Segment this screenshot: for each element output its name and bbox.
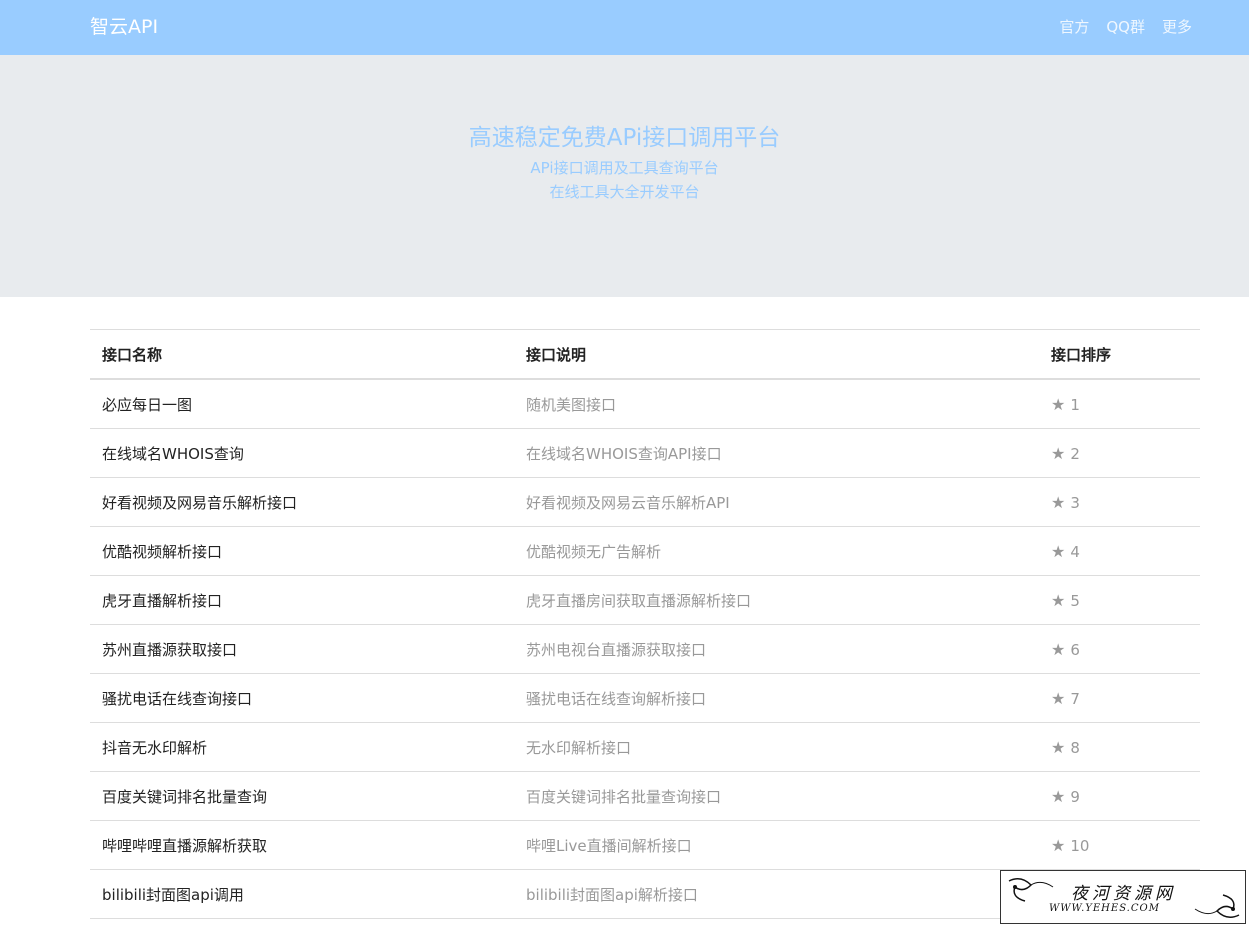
star-icon: ★ <box>1051 394 1066 414</box>
nav-links: 官方 QQ群 更多 <box>1059 16 1192 38</box>
api-table-container: 接口名称 接口说明 接口排序 必应每日一图 随机美图接口 ★ 1 在线域名WHOIS查询… <box>90 329 1200 919</box>
api-description-cell: 苏州电视台直播源获取接口 <box>514 624 1039 674</box>
api-rank-cell: ★ 9 <box>1039 771 1200 821</box>
star-icon: ★ <box>1051 688 1066 708</box>
star-icon: ★ <box>1051 786 1066 806</box>
api-rank-cell: ★ 8 <box>1039 722 1200 772</box>
api-name-cell[interactable]: 虎牙直播解析接口 <box>90 575 514 625</box>
table-body: 必应每日一图 随机美图接口 ★ 1 在线域名WHOIS查询 在线域名WHOIS查询API接… <box>90 379 1200 919</box>
rank-number: 9 <box>1070 787 1080 806</box>
api-rank-cell: ★ 3 <box>1039 477 1200 527</box>
hero-subtitle: APi接口调用及工具查询平台 <box>530 159 719 177</box>
brand-logo-link[interactable]: 智云API <box>90 14 158 40</box>
nav-link-official[interactable]: 官方 <box>1059 16 1089 38</box>
table-row[interactable]: 哔哩哔哩直播源解析获取 哔哩Live直播间解析接口 ★ 10 <box>90 820 1200 870</box>
api-name-cell[interactable]: bilibili封面图api调用 <box>90 869 514 919</box>
hero-title: 高速稳定免费APi接口调用平台 <box>468 125 781 151</box>
api-description-cell: 虎牙直播房间获取直播源解析接口 <box>514 575 1039 625</box>
api-name-cell[interactable]: 百度关键词排名批量查询 <box>90 771 514 821</box>
rank-number: 2 <box>1070 444 1080 463</box>
api-rank-cell: ★ 1 <box>1039 379 1200 429</box>
api-description-cell: 在线域名WHOIS查询API接口 <box>514 428 1039 478</box>
api-description-cell: bilibili封面图api解析接口 <box>514 869 1039 919</box>
rank-number: 10 <box>1070 836 1090 855</box>
rank-number: 7 <box>1070 689 1080 708</box>
api-name-cell[interactable]: 在线域名WHOIS查询 <box>90 428 514 478</box>
nav-link-qq-group[interactable]: QQ群 <box>1106 16 1145 38</box>
api-description-cell: 骚扰电话在线查询解析接口 <box>514 673 1039 723</box>
watermark-url: WWW.YEHES.COM <box>1049 903 1160 914</box>
table-row[interactable]: 百度关键词排名批量查询 百度关键词排名批量查询接口 ★ 9 <box>90 771 1200 821</box>
star-icon: ★ <box>1051 541 1066 561</box>
nav-link-more[interactable]: 更多 <box>1162 16 1192 38</box>
table-header-row: 接口名称 接口说明 接口排序 <box>90 329 1200 380</box>
star-icon: ★ <box>1051 443 1066 463</box>
table-row[interactable]: 好看视频及网易音乐解析接口 好看视频及网易云音乐解析API ★ 3 <box>90 477 1200 527</box>
api-name-cell[interactable]: 好看视频及网易音乐解析接口 <box>90 477 514 527</box>
rank-number: 5 <box>1070 591 1080 610</box>
api-rank-cell: ★ 10 <box>1039 820 1200 870</box>
watermark-title: 夜河资源网 <box>1071 884 1176 904</box>
api-rank-cell: ★ 6 <box>1039 624 1200 674</box>
table-row[interactable]: 必应每日一图 随机美图接口 ★ 1 <box>90 379 1200 429</box>
rank-number: 8 <box>1070 738 1080 757</box>
api-rank-cell: ★ 2 <box>1039 428 1200 478</box>
column-header-description: 接口说明 <box>514 329 1039 380</box>
rank-number: 1 <box>1070 395 1080 414</box>
hero-banner: 高速稳定免费APi接口调用平台 APi接口调用及工具查询平台 在线工具大全开发平… <box>0 55 1249 297</box>
api-description-cell: 好看视频及网易云音乐解析API <box>514 477 1039 527</box>
star-icon: ★ <box>1051 835 1066 855</box>
api-name-cell[interactable]: 必应每日一图 <box>90 379 514 429</box>
star-icon: ★ <box>1051 639 1066 659</box>
table-row[interactable]: 苏州直播源获取接口 苏州电视台直播源获取接口 ★ 6 <box>90 624 1200 674</box>
star-icon: ★ <box>1051 590 1066 610</box>
api-name-cell[interactable]: 优酷视频解析接口 <box>90 526 514 576</box>
api-description-cell: 百度关键词排名批量查询接口 <box>514 771 1039 821</box>
table-row[interactable]: 优酷视频解析接口 优酷视频无广告解析 ★ 4 <box>90 526 1200 576</box>
api-rank-cell: ★ 4 <box>1039 526 1200 576</box>
hero-subtitle-secondary: 在线工具大全开发平台 <box>549 183 700 201</box>
rank-number: 6 <box>1070 640 1080 659</box>
api-description-cell: 无水印解析接口 <box>514 722 1039 772</box>
api-name-cell[interactable]: 骚扰电话在线查询接口 <box>90 673 514 723</box>
column-header-name: 接口名称 <box>90 329 514 380</box>
table-row[interactable]: 抖音无水印解析 无水印解析接口 ★ 8 <box>90 722 1200 772</box>
table-row[interactable]: 在线域名WHOIS查询 在线域名WHOIS查询API接口 ★ 2 <box>90 428 1200 478</box>
api-rank-cell: ★ 7 <box>1039 673 1200 723</box>
api-name-cell[interactable]: 抖音无水印解析 <box>90 722 514 772</box>
table-row[interactable]: 骚扰电话在线查询接口 骚扰电话在线查询解析接口 ★ 7 <box>90 673 1200 723</box>
column-header-rank: 接口排序 <box>1039 329 1200 380</box>
rank-number: 4 <box>1070 542 1080 561</box>
api-description-cell: 优酷视频无广告解析 <box>514 526 1039 576</box>
api-name-cell[interactable]: 哔哩哔哩直播源解析获取 <box>90 820 514 870</box>
api-name-cell[interactable]: 苏州直播源获取接口 <box>90 624 514 674</box>
rank-number: 3 <box>1070 493 1080 512</box>
api-rank-cell: ★ 5 <box>1039 575 1200 625</box>
table-row[interactable]: 虎牙直播解析接口 虎牙直播房间获取直播源解析接口 ★ 5 <box>90 575 1200 625</box>
star-icon: ★ <box>1051 492 1066 512</box>
top-navbar: 智云API 官方 QQ群 更多 <box>0 0 1249 55</box>
watermark-logo: 夜河资源网 WWW.YEHES.COM <box>1000 870 1246 924</box>
api-description-cell: 随机美图接口 <box>514 379 1039 429</box>
star-icon: ★ <box>1051 737 1066 757</box>
api-description-cell: 哔哩Live直播间解析接口 <box>514 820 1039 870</box>
api-table: 接口名称 接口说明 接口排序 必应每日一图 随机美图接口 ★ 1 在线域名WHOIS查询… <box>90 329 1200 919</box>
